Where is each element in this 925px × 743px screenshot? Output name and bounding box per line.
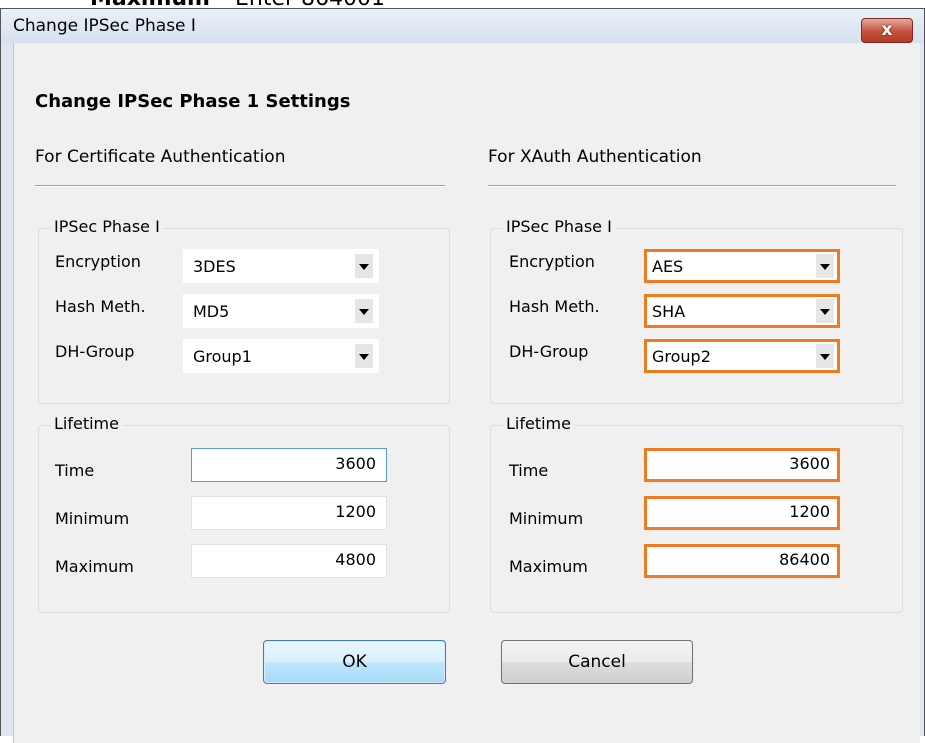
dialog-heading: Change IPSec Phase 1 Settings <box>35 91 351 112</box>
xauth-maximum-value: 86400 <box>779 550 830 569</box>
xauth-time-field[interactable]: 3600 <box>644 448 840 482</box>
cert-maximum-field[interactable]: 4800 <box>191 544 387 578</box>
chevron-down-icon[interactable] <box>816 254 834 278</box>
xauth-minimum-field[interactable]: 1200 <box>644 496 840 530</box>
xauth-maximum-label: Maximum <box>509 557 588 576</box>
xauth-lifetime-title: Lifetime <box>503 414 574 434</box>
cert-separator <box>35 185 445 187</box>
chevron-down-icon[interactable] <box>355 344 373 368</box>
cert-minimum-field[interactable]: 1200 <box>191 496 387 530</box>
cert-section-label: For Certificate Authentication <box>35 147 286 167</box>
cert-time-label: Time <box>55 461 95 480</box>
xauth-dh-label: DH-Group <box>509 342 589 361</box>
xauth-encryption-value: AES <box>652 257 684 276</box>
xauth-phase1-group: IPSec Phase I Encryption AES Hash Meth. … <box>490 217 903 404</box>
dialog-window: Change IPSec Phase I x Change IPSec Phas… <box>0 8 925 743</box>
xauth-time-label: Time <box>509 461 549 480</box>
cert-lifetime-title: Lifetime <box>51 414 122 434</box>
dialog-client-area: Change IPSec Phase 1 Settings For Certif… <box>13 43 920 743</box>
cert-time-field[interactable]: 3600 <box>191 448 387 482</box>
xauth-dh-select[interactable]: Group2 <box>644 339 840 373</box>
cert-encryption-select[interactable]: 3DES <box>183 249 379 283</box>
cert-encryption-label: Encryption <box>55 252 141 271</box>
close-icon: x <box>881 20 893 40</box>
chevron-down-icon[interactable] <box>355 254 373 278</box>
cert-lifetime-group: Lifetime Time 3600 Minimum 1200 Maximum … <box>38 414 450 613</box>
xauth-encryption-label: Encryption <box>509 252 595 271</box>
xauth-time-value: 3600 <box>789 454 830 473</box>
cert-maximum-value: 4800 <box>335 550 376 569</box>
cert-phase1-group: IPSec Phase I Encryption 3DES Hash Meth.… <box>38 217 450 404</box>
xauth-lifetime-group: Lifetime Time 3600 Minimum 1200 Maximum … <box>490 414 903 613</box>
cert-hash-label: Hash Meth. <box>55 297 146 316</box>
cert-maximum-label: Maximum <box>55 557 134 576</box>
cert-dh-label: DH-Group <box>55 342 135 361</box>
xauth-hash-select[interactable]: SHA <box>644 294 840 328</box>
cert-dh-select[interactable]: Group1 <box>183 339 379 373</box>
xauth-section-label: For XAuth Authentication <box>488 147 702 167</box>
cert-encryption-value: 3DES <box>193 257 236 276</box>
cert-hash-select[interactable]: MD5 <box>183 294 379 328</box>
xauth-hash-label: Hash Meth. <box>509 297 600 316</box>
cert-minimum-value: 1200 <box>335 502 376 521</box>
cert-dh-value: Group1 <box>193 347 252 366</box>
ok-button[interactable]: OK <box>263 640 446 684</box>
chevron-down-icon[interactable] <box>816 344 834 368</box>
cancel-button[interactable]: Cancel <box>501 640 693 684</box>
cert-time-value: 3600 <box>335 454 376 473</box>
window-title: Change IPSec Phase I <box>13 16 196 36</box>
xauth-dh-value: Group2 <box>652 347 711 366</box>
xauth-hash-value: SHA <box>652 302 686 321</box>
close-button[interactable]: x <box>861 18 913 43</box>
chevron-down-icon[interactable] <box>355 299 373 323</box>
xauth-maximum-field[interactable]: 86400 <box>644 544 840 578</box>
title-bar[interactable]: Change IPSec Phase I x <box>1 9 924 43</box>
xauth-separator <box>488 185 896 187</box>
cert-phase1-title: IPSec Phase I <box>51 217 163 237</box>
chevron-down-icon[interactable] <box>816 299 834 323</box>
cert-minimum-label: Minimum <box>55 509 130 528</box>
xauth-minimum-label: Minimum <box>509 509 584 528</box>
cert-hash-value: MD5 <box>193 302 230 321</box>
xauth-minimum-value: 1200 <box>789 502 830 521</box>
xauth-encryption-select[interactable]: AES <box>644 249 840 283</box>
xauth-phase1-title: IPSec Phase I <box>503 217 615 237</box>
